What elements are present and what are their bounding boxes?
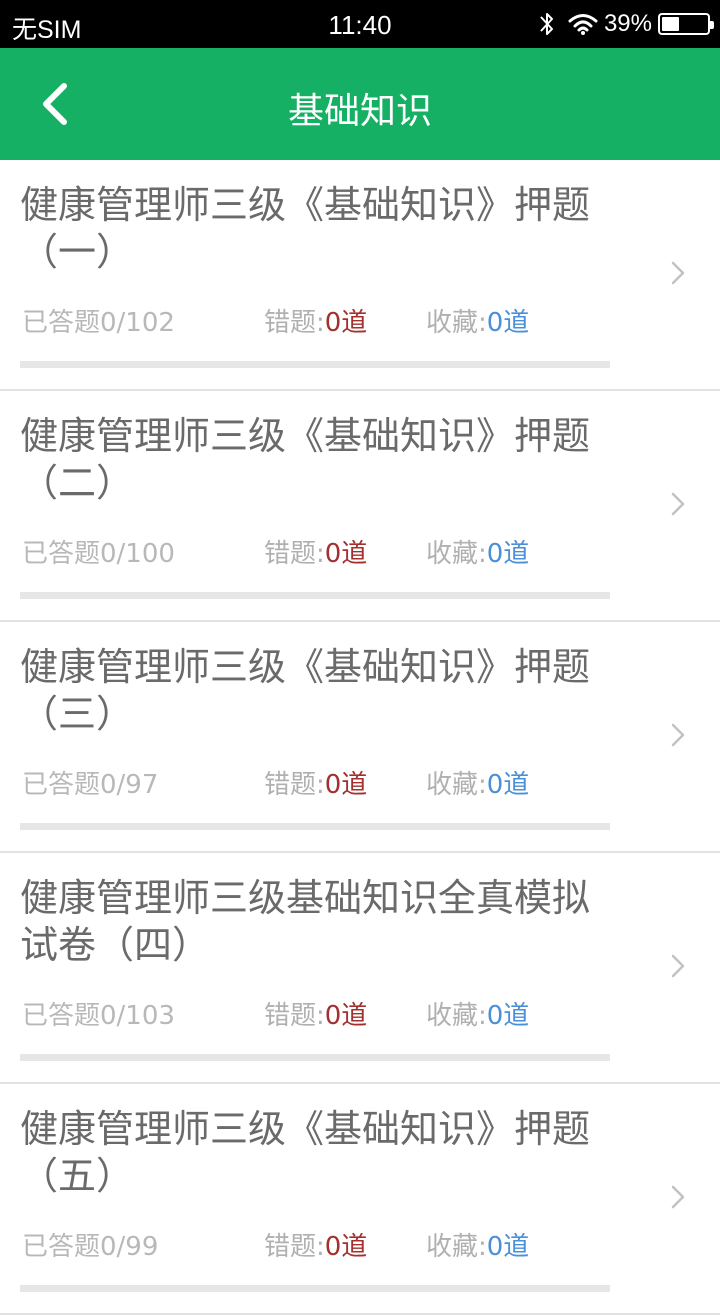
item-title: 健康管理师三级《基础知识》押题（二）: [20, 414, 591, 505]
chevron-right-icon: [671, 261, 685, 285]
page-title: 基础知识: [287, 91, 432, 132]
bluetooth-icon: [540, 13, 553, 35]
list-item[interactable]: 健康管理师三级基础知识全真模拟试卷（四） 已答题0/103 错题:0道 收藏:0…: [0, 853, 720, 1084]
wrong-count: 错题:0道: [264, 306, 367, 340]
item-title: 健康管理师三级《基础知识》押题（三）: [20, 645, 591, 736]
battery-nub: [710, 21, 714, 29]
favorite-label: 收藏:: [426, 1001, 487, 1031]
status-icons: 39%: [538, 8, 714, 40]
wrong-value: 0道: [324, 539, 368, 569]
answered-count: 已答题0/99: [22, 1232, 159, 1262]
chevron-right-icon: [671, 492, 685, 516]
favorite-count: 收藏:0道: [426, 306, 529, 340]
answered-count: 已答题0/103: [22, 1001, 175, 1031]
wrong-label: 错题:: [264, 308, 325, 338]
battery-level: [662, 17, 679, 31]
wrong-count: 错题:0道: [264, 999, 367, 1033]
progress-bar: [20, 823, 610, 830]
item-title: 健康管理师三级《基础知识》押题（五）: [20, 1107, 591, 1198]
favorite-value: 0道: [486, 539, 530, 569]
status-bar: 无SIM 11:40 39%: [0, 0, 720, 48]
wrong-label: 错题:: [264, 1232, 325, 1262]
wrong-count: 错题:0道: [264, 768, 367, 802]
favorite-value: 0道: [486, 1232, 530, 1262]
favorite-label: 收藏:: [426, 539, 487, 569]
answered-count: 已答题0/102: [22, 308, 175, 338]
answered-count: 已答题0/100: [22, 539, 175, 569]
item-stats: 已答题0/103 错题:0道 收藏:0道: [0, 999, 720, 1033]
progress-bar: [20, 592, 610, 599]
answered-count: 已答题0/97: [22, 770, 159, 800]
wrong-label: 错题:: [264, 770, 325, 800]
favorite-label: 收藏:: [426, 308, 487, 338]
chevron-right-icon: [671, 954, 685, 978]
item-title: 健康管理师三级基础知识全真模拟试卷（四）: [20, 876, 591, 967]
list-item[interactable]: 健康管理师三级《基础知识》押题（二） 已答题0/100 错题:0道 收藏:0道: [0, 391, 720, 622]
wifi-icon: [568, 14, 598, 35]
progress-bar: [20, 1285, 610, 1292]
favorite-label: 收藏:: [426, 770, 487, 800]
favorite-count: 收藏:0道: [426, 999, 529, 1033]
item-title: 健康管理师三级《基础知识》押题（一）: [20, 183, 591, 274]
battery-icon: [658, 13, 714, 35]
wrong-value: 0道: [324, 770, 368, 800]
item-stats: 已答题0/102 错题:0道 收藏:0道: [0, 306, 720, 340]
progress-bar: [20, 1054, 610, 1061]
item-stats: 已答题0/97 错题:0道 收藏:0道: [0, 768, 720, 802]
wrong-label: 错题:: [264, 539, 325, 569]
favorite-count: 收藏:0道: [426, 1230, 529, 1264]
chevron-right-icon: [671, 1185, 685, 1209]
list-item[interactable]: 健康管理师三级《基础知识》押题（一） 已答题0/102 错题:0道 收藏:0道: [0, 160, 720, 391]
item-stats: 已答题0/100 错题:0道 收藏:0道: [0, 537, 720, 571]
wrong-value: 0道: [324, 308, 368, 338]
header-bar: 基础知识: [0, 48, 720, 160]
list-item[interactable]: 健康管理师三级《基础知识》押题（五） 已答题0/99 错题:0道 收藏:0道: [0, 1084, 720, 1315]
battery-percent: 39%: [603, 10, 652, 37]
favorite-value: 0道: [486, 308, 530, 338]
favorite-count: 收藏:0道: [426, 537, 529, 571]
wrong-value: 0道: [324, 1001, 368, 1031]
favorite-value: 0道: [486, 1001, 530, 1031]
favorite-value: 0道: [486, 770, 530, 800]
wrong-count: 错题:0道: [264, 537, 367, 571]
exam-list: 健康管理师三级《基础知识》押题（一） 已答题0/102 错题:0道 收藏:0道 …: [0, 160, 720, 1315]
wrong-label: 错题:: [264, 1001, 325, 1031]
list-item[interactable]: 健康管理师三级《基础知识》押题（三） 已答题0/97 错题:0道 收藏:0道: [0, 622, 720, 853]
wrong-value: 0道: [324, 1232, 368, 1262]
item-stats: 已答题0/99 错题:0道 收藏:0道: [0, 1230, 720, 1264]
progress-bar: [20, 361, 610, 368]
favorite-count: 收藏:0道: [426, 768, 529, 802]
chevron-right-icon: [671, 723, 685, 747]
favorite-label: 收藏:: [426, 1232, 487, 1262]
wrong-count: 错题:0道: [264, 1230, 367, 1264]
